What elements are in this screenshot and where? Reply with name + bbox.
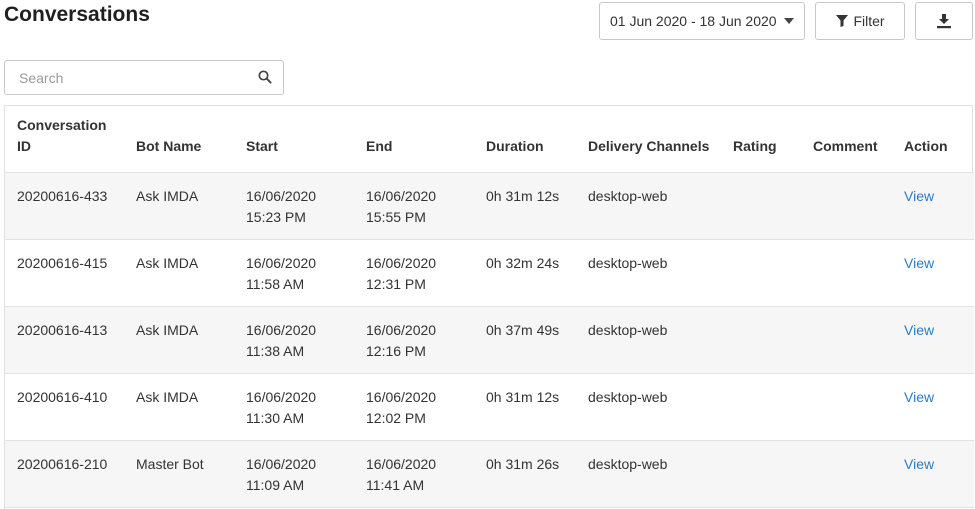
- rating: [721, 440, 801, 508]
- comment: [801, 373, 892, 441]
- start-time: 16/06/2020 11:58 AM: [234, 239, 354, 307]
- table-row: 20200616-410 Ask IMDA 16/06/2020 11:30 AM…: [5, 373, 974, 441]
- bot-name: Ask IMDA: [124, 306, 234, 374]
- bot-name: Master Bot: [124, 440, 234, 508]
- search-input[interactable]: [17, 69, 247, 87]
- delivery-channel: desktop-web: [576, 306, 721, 374]
- start-time: 16/06/2020 11:09 AM: [234, 440, 354, 508]
- delivery-channel: desktop-web: [576, 373, 721, 441]
- view-link[interactable]: View: [904, 389, 934, 405]
- search-icon[interactable]: [258, 70, 272, 84]
- comment: [801, 239, 892, 307]
- column-header-conversation-id[interactable]: Conversation ID: [5, 106, 124, 173]
- start-time: 16/06/2020 11:30 AM: [234, 373, 354, 441]
- table-row: 20200616-210 Master Bot 16/06/2020 11:09 …: [5, 440, 974, 508]
- column-header-delivery-channels[interactable]: Delivery Channels: [576, 106, 721, 173]
- rating: [721, 239, 801, 307]
- end-time: 16/06/2020 11:41 AM: [354, 440, 474, 508]
- table-row: 20200616-415 Ask IMDA 16/06/2020 11:58 AM…: [5, 239, 974, 307]
- view-link[interactable]: View: [904, 456, 934, 472]
- table-row: 20200616-433 Ask IMDA 16/06/2020 15:23 PM…: [5, 172, 974, 240]
- end-time: 16/06/2020 12:16 PM: [354, 306, 474, 374]
- action-cell: View: [892, 239, 974, 307]
- duration: 0h 31m 26s: [474, 440, 576, 508]
- rating: [721, 373, 801, 441]
- delivery-channel: desktop-web: [576, 239, 721, 307]
- view-link[interactable]: View: [904, 188, 934, 204]
- date-range-value: 01 Jun 2020 - 18 Jun 2020: [610, 13, 777, 29]
- view-link[interactable]: View: [904, 322, 934, 338]
- column-header-bot-name[interactable]: Bot Name: [124, 106, 234, 173]
- start-time: 16/06/2020 11:38 AM: [234, 306, 354, 374]
- column-header-duration[interactable]: Duration: [474, 106, 576, 173]
- duration: 0h 31m 12s: [474, 373, 576, 441]
- conversation-id: 20200616-410: [5, 373, 124, 441]
- date-range-picker[interactable]: 01 Jun 2020 - 18 Jun 2020: [599, 2, 805, 40]
- conversations-table: Conversation ID Bot Name Start End Durat…: [4, 105, 974, 509]
- end-time: 16/06/2020 12:02 PM: [354, 373, 474, 441]
- delivery-channel: desktop-web: [576, 172, 721, 240]
- view-link[interactable]: View: [904, 255, 934, 271]
- conversation-id: 20200616-210: [5, 440, 124, 508]
- action-cell: View: [892, 306, 974, 374]
- conversation-id: 20200616-433: [5, 172, 124, 240]
- bot-name: Ask IMDA: [124, 172, 234, 240]
- caret-down-icon: [784, 18, 794, 24]
- bot-name: Ask IMDA: [124, 239, 234, 307]
- duration: 0h 32m 24s: [474, 239, 576, 307]
- rating: [721, 172, 801, 240]
- table-row: 20200616-413 Ask IMDA 16/06/2020 11:38 AM…: [5, 306, 974, 374]
- column-header-comment[interactable]: Comment: [801, 106, 892, 173]
- filter-label: Filter: [853, 13, 885, 29]
- comment: [801, 172, 892, 240]
- rating: [721, 306, 801, 374]
- action-cell: View: [892, 172, 974, 240]
- duration: 0h 31m 12s: [474, 172, 576, 240]
- table-header-row: Conversation ID Bot Name Start End Durat…: [5, 106, 974, 173]
- filter-icon: [836, 15, 849, 27]
- conversation-id: 20200616-415: [5, 239, 124, 307]
- bot-name: Ask IMDA: [124, 373, 234, 441]
- column-header-end[interactable]: End: [354, 106, 474, 173]
- search-field[interactable]: [4, 60, 284, 95]
- start-time: 16/06/2020 15:23 PM: [234, 172, 354, 240]
- conversation-id: 20200616-413: [5, 306, 124, 374]
- end-time: 16/06/2020 12:31 PM: [354, 239, 474, 307]
- duration: 0h 37m 49s: [474, 306, 576, 374]
- end-time: 16/06/2020 15:55 PM: [354, 172, 474, 240]
- download-icon: [937, 14, 951, 29]
- action-cell: View: [892, 373, 974, 441]
- column-header-rating[interactable]: Rating: [721, 106, 801, 173]
- filter-button[interactable]: Filter: [815, 2, 905, 40]
- column-header-start[interactable]: Start: [234, 106, 354, 173]
- comment: [801, 440, 892, 508]
- page-title: Conversations: [4, 3, 150, 26]
- column-header-action: Action: [892, 106, 974, 173]
- action-cell: View: [892, 440, 974, 508]
- comment: [801, 306, 892, 374]
- delivery-channel: desktop-web: [576, 440, 721, 508]
- download-button[interactable]: [915, 2, 973, 40]
